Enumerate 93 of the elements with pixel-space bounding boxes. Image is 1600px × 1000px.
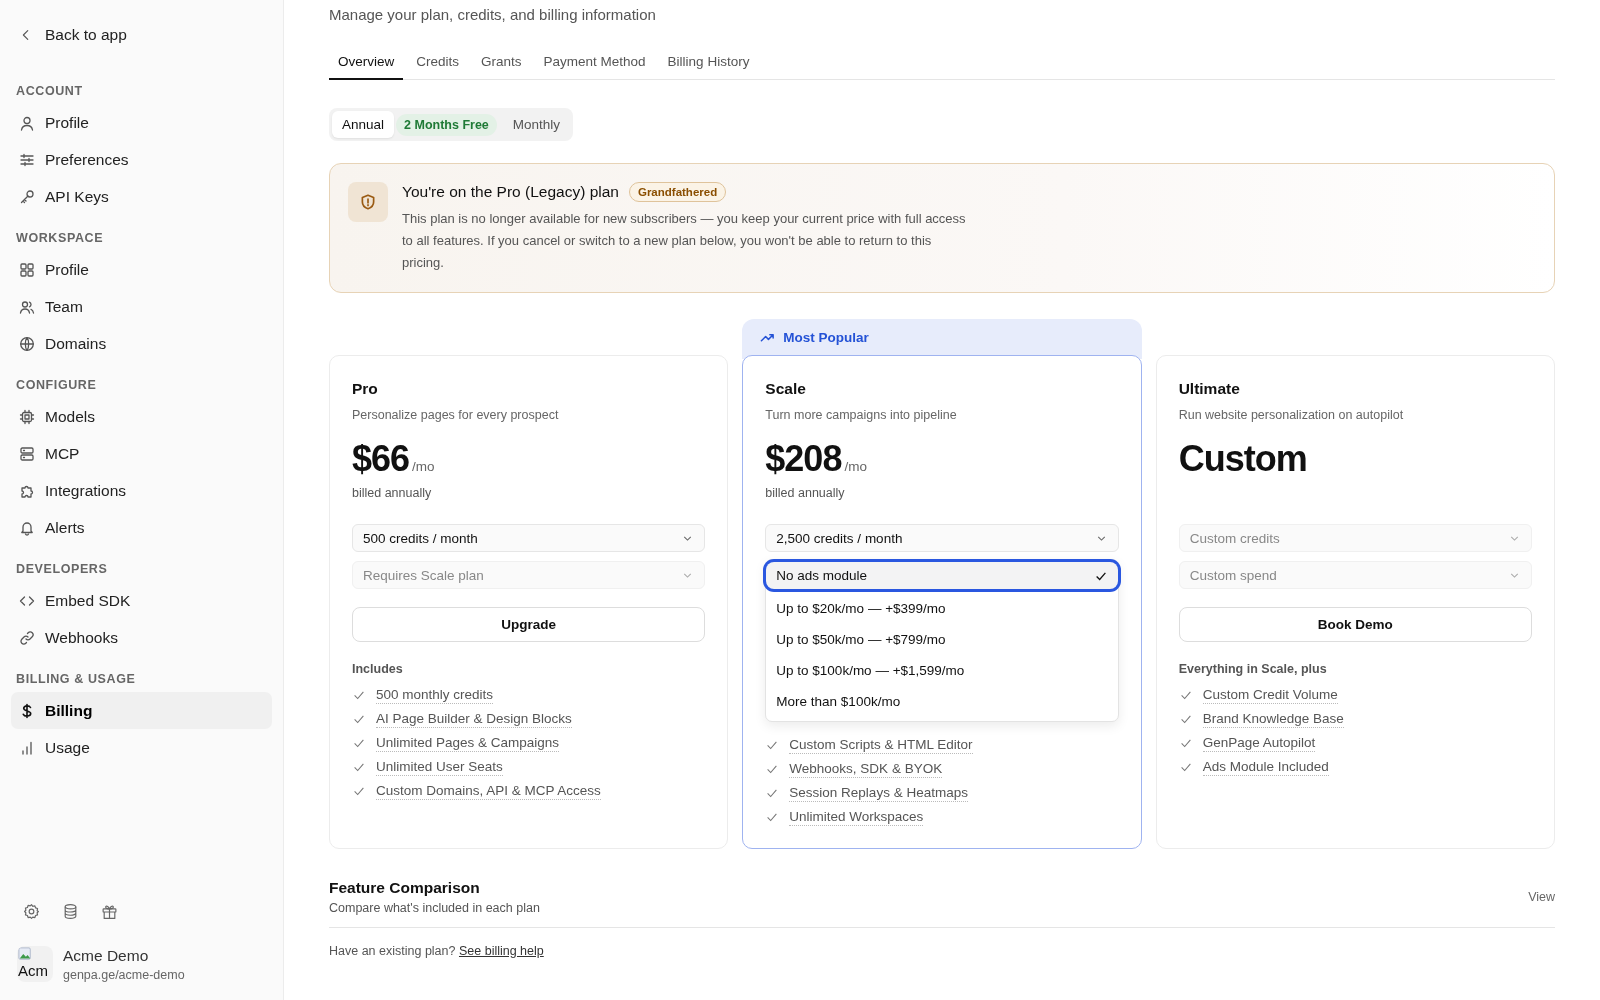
section-heading: BILLING & USAGE [15, 672, 137, 686]
section-heading: WORKSPACE [15, 231, 105, 245]
tab[interactable]: Credits [407, 48, 469, 80]
feature-item: Brand Knowledge Base [1202, 709, 1344, 728]
plan-tagline: Run website personalization on autopilot [1178, 408, 1405, 422]
includes-heading: Everything in Scale, plus [1178, 662, 1328, 676]
nav-item[interactable]: Preferences [11, 141, 272, 178]
nav-item[interactable]: Embed SDK [11, 582, 272, 619]
nav-item[interactable]: Models [11, 398, 272, 435]
nav-item[interactable]: Team [11, 288, 272, 325]
section-heading: ACCOUNT [15, 84, 84, 98]
page-subtitle: Manage your plan, credits, and billing information [329, 6, 657, 23]
nav-item[interactable]: Profile [11, 251, 272, 288]
feature-item: Custom Scripts & HTML Editor [789, 735, 973, 754]
includes-heading: Includes [352, 662, 404, 676]
nav-item[interactable]: Alerts [11, 509, 272, 546]
user-icon [19, 114, 35, 131]
feature-item: Session Replays & Heatmaps [789, 783, 968, 802]
popular-label: Most Popular [783, 329, 869, 345]
feature-item: Unlimited Workspaces [789, 807, 924, 826]
tab[interactable]: Billing History [658, 48, 759, 80]
feature-item: 500 monthly credits [376, 685, 494, 704]
shield-icon [348, 182, 388, 222]
plan-tagline: Personalize pages for every prospect [352, 408, 560, 422]
feature-item: GenPage Autopilot [1202, 733, 1316, 752]
nav-item[interactable]: Integrations [11, 472, 272, 509]
section-subtitle: Compare what's included in each plan [329, 901, 540, 915]
price-period: /mo [412, 459, 435, 474]
billing-note: billed annually [352, 486, 433, 502]
link-icon [19, 629, 35, 646]
settings-icon[interactable] [23, 903, 40, 920]
menu-option[interactable]: More than $100k/mo [766, 686, 1118, 717]
feature-item: Unlimited Pages & Campaigns [376, 733, 560, 752]
key-icon [19, 188, 35, 205]
broken-avatar-image: Acm [17, 946, 53, 982]
bell-icon [19, 519, 35, 536]
notice-text: This plan is no longer available for new subscribers — you keep your current price with full access to all features. If you cancel or switch to a new plan below, you won't be able to return to this pricing. [402, 210, 967, 272]
feature-item: Webhooks, SDK & BYOK [789, 759, 943, 778]
tab[interactable]: Overview [329, 48, 404, 80]
nav-item[interactable]: Billing [11, 692, 272, 729]
nav-item[interactable]: Profile [11, 104, 272, 141]
help-text: Have an existing plan? [329, 944, 456, 958]
section-heading: DEVELOPERS [15, 562, 109, 576]
plan-button[interactable]: Upgrade [352, 607, 706, 642]
discount-badge: 2 Months Free [396, 113, 497, 136]
account-url: genpa.ge/acme-demo [63, 967, 185, 982]
nav-item[interactable]: API Keys [11, 178, 272, 215]
feature-item: AI Page Builder & Design Blocks [376, 709, 572, 728]
billing-help-link[interactable]: See billing help [458, 944, 544, 958]
nav-item[interactable]: MCP [11, 435, 272, 472]
plan-name: Pro [352, 380, 379, 398]
tab[interactable]: Grants [472, 48, 531, 80]
status-badge: Grandfathered [628, 182, 727, 202]
toggle-option[interactable]: Annual [332, 111, 395, 138]
plan-select[interactable]: 2,500 credits / month [765, 524, 1119, 552]
plan-button[interactable]: Book Demo [1178, 607, 1532, 642]
nav-item[interactable]: Domains [11, 325, 272, 362]
globe-icon [19, 335, 35, 352]
menu-option[interactable]: Up to $50k/mo — +$799/mo [766, 624, 1118, 655]
account-name: Acme Demo [63, 946, 150, 965]
chip-icon [19, 408, 35, 425]
nav-item[interactable]: Usage [11, 729, 272, 766]
gift-icon[interactable] [101, 903, 118, 920]
view-link[interactable]: View [1528, 890, 1555, 904]
feature-item: Unlimited User Seats [376, 757, 503, 776]
users-icon [19, 298, 35, 315]
menu-option[interactable]: No ads module [766, 562, 1118, 589]
notice-title: You're on the Pro (Legacy) plan [402, 183, 619, 201]
grid-icon [19, 261, 35, 278]
plan-name: Ultimate [1178, 380, 1241, 398]
database-icon[interactable] [62, 903, 79, 920]
plan-tagline: Turn more campaigns into pipeline [765, 408, 958, 422]
section-title: Feature Comparison [329, 879, 481, 897]
plan-select[interactable]: 500 credits / month [352, 524, 706, 552]
section-heading: CONFIGURE [15, 378, 98, 392]
sliders-icon [19, 151, 35, 168]
menu-option[interactable]: Up to $20k/mo — +$399/mo [766, 593, 1118, 624]
plan-price: $208 [765, 438, 842, 480]
billing-note: billed annually [765, 486, 846, 502]
tab[interactable]: Payment Method [534, 48, 655, 80]
feature-item: Ads Module Included [1202, 757, 1329, 776]
nav-item[interactable]: Webhooks [11, 619, 272, 656]
toggle-option[interactable]: Monthly [502, 111, 571, 138]
price-period: /mo [844, 459, 867, 474]
feature-item: Custom Domains, API & MCP Access [376, 781, 601, 800]
plan-price: $66 [352, 438, 410, 480]
menu-option[interactable]: Up to $100k/mo — +$1,599/mo [766, 655, 1118, 686]
plan-price: Custom [1178, 438, 1307, 480]
server-icon [19, 445, 35, 462]
bar-chart-icon [19, 739, 35, 756]
back-link[interactable]: Back to app [11, 24, 135, 46]
feature-item: Custom Credit Volume [1202, 685, 1338, 704]
plan-name: Scale [765, 380, 807, 398]
